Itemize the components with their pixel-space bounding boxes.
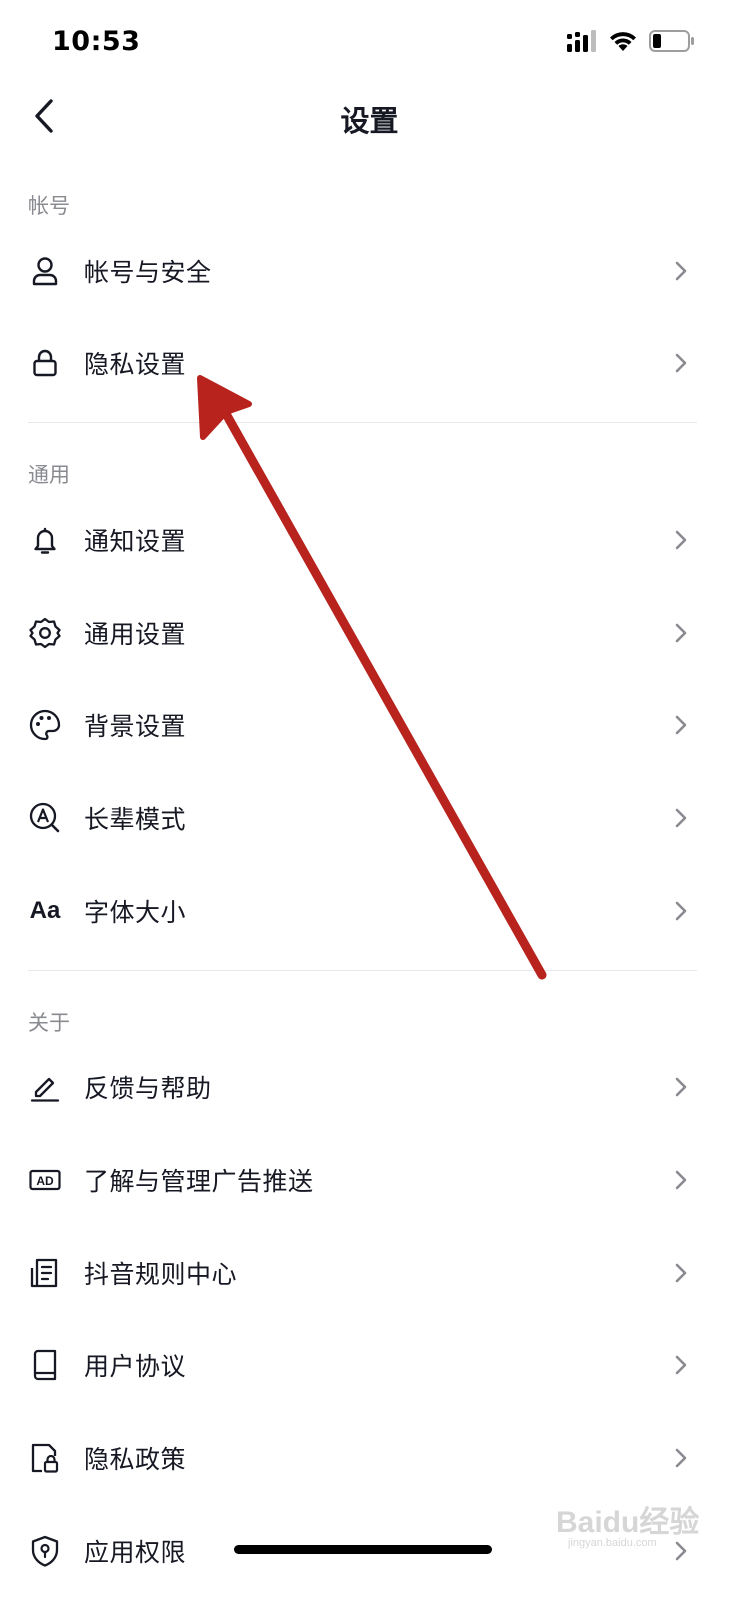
settings-item-label: 隐私政策 [84,1445,187,1474]
settings-item-privacy-policy[interactable]: 隐私政策 [0,1412,739,1504]
settings-item-privacy-settings[interactable]: 隐私设置 [0,317,739,409]
elder-mode-icon [27,800,63,836]
settings-item-feedback[interactable]: 反馈与帮助 [0,1041,739,1133]
settings-item-label: 隐私设置 [84,350,187,379]
page-title: 设置 [340,104,399,138]
chevron-right-icon [675,1355,687,1375]
settings-item-font-size[interactable]: Aa 字体大小 [0,865,739,957]
settings-item-label: 长辈模式 [84,805,187,834]
settings-item-account-security[interactable]: 帐号与安全 [0,225,739,317]
status-bar: 10:53 [0,0,739,90]
chevron-right-icon [675,353,687,373]
settings-item-notifications[interactable]: 通知设置 [0,494,739,586]
lock-icon [27,345,63,381]
settings-item-label: 帐号与安全 [84,258,212,287]
settings-item-background[interactable]: 背景设置 [0,679,739,771]
watermark-url: jingyan.baidu.com [568,1537,657,1549]
chevron-right-icon [675,901,687,921]
settings-item-ad-management[interactable]: AD 了解与管理广告推送 [0,1134,739,1226]
book-icon [27,1347,63,1383]
baidu-watermark: Baidu经验 jingyan.baidu.com [556,1493,726,1553]
wifi-icon [610,32,636,51]
shield-icon [27,1533,63,1569]
chevron-right-icon [675,808,687,828]
font-size-icon: Aa [27,893,63,929]
battery-icon [649,30,694,52]
font-size-icon-text: Aa [29,897,61,924]
settings-item-label: 抖音规则中心 [84,1260,238,1289]
chevron-right-icon [675,1448,687,1468]
bell-icon [27,522,63,558]
ad-icon: AD [27,1162,63,1198]
section-divider [28,970,697,971]
chevron-right-icon [675,1263,687,1283]
home-indicator[interactable] [234,1545,492,1554]
ad-icon-text: AD [36,1174,54,1188]
section-header-general: 通用 [28,463,70,487]
settings-item-label: 通知设置 [84,527,187,556]
settings-item-label: 了解与管理广告推送 [84,1167,314,1196]
settings-item-rules-center[interactable]: 抖音规则中心 [0,1227,739,1319]
settings-item-label: 应用权限 [84,1538,187,1567]
chevron-right-icon [675,623,687,643]
settings-item-label: 背景设置 [84,712,187,741]
section-divider [28,422,697,423]
status-icons [567,30,695,52]
chevron-right-icon [675,1077,687,1097]
settings-item-label: 用户协议 [84,1352,187,1381]
palette-icon [27,707,63,743]
status-time: 10:53 [52,26,141,57]
chevron-right-icon [675,261,687,281]
document-icon [27,1255,63,1291]
watermark-brand: Baidu经验 [556,1506,700,1539]
gear-icon [27,615,63,651]
settings-item-elder-mode[interactable]: 长辈模式 [0,772,739,864]
settings-item-general[interactable]: 通用设置 [0,587,739,679]
settings-item-label: 通用设置 [84,620,187,649]
section-header-about: 关于 [28,1011,70,1035]
settings-item-label: 字体大小 [84,898,187,927]
section-header-account: 帐号 [28,194,70,218]
chevron-right-icon [675,715,687,735]
chevron-right-icon [675,530,687,550]
settings-item-user-agreement[interactable]: 用户协议 [0,1319,739,1411]
settings-item-label: 反馈与帮助 [84,1074,212,1103]
signal-icon [567,30,596,52]
nav-bar: 设置 [0,80,739,152]
privacy-doc-icon [27,1440,63,1476]
pencil-icon [27,1069,63,1105]
chevron-right-icon [675,1170,687,1190]
user-icon [27,253,63,289]
